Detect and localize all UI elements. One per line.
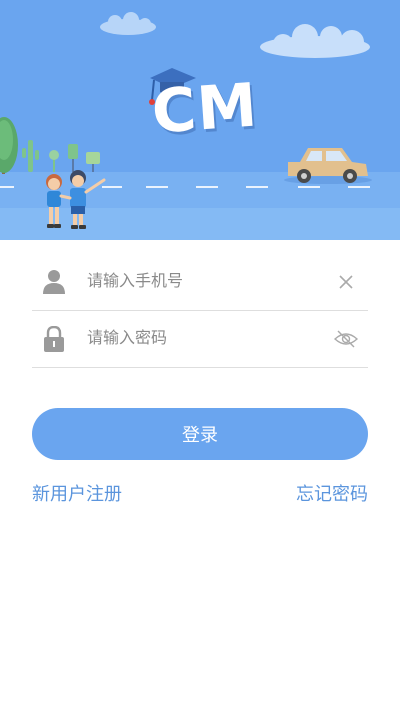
lock-icon [44, 326, 64, 352]
flower-icon [49, 150, 59, 172]
car-icon [284, 148, 372, 184]
user-icon [43, 270, 65, 294]
phone-field [32, 253, 368, 311]
sign-icon [86, 152, 100, 172]
phone-input[interactable] [87, 265, 317, 295]
eye-hidden-icon[interactable] [334, 327, 358, 351]
forgot-password-link[interactable]: 忘记密码 [296, 480, 368, 506]
cloud-icon [100, 12, 156, 35]
cloud-icon [260, 24, 370, 58]
login-button[interactable]: 登录 [32, 408, 368, 460]
password-input[interactable] [87, 322, 317, 352]
password-field [32, 310, 368, 368]
app-logo: CM [149, 70, 261, 148]
cactus-icon [22, 140, 39, 172]
header-banner: CM [0, 0, 400, 240]
tree-icon [0, 117, 18, 174]
register-link[interactable]: 新用户注册 [32, 480, 122, 506]
clear-icon[interactable] [334, 270, 358, 294]
traffic-light-icon [68, 144, 78, 172]
